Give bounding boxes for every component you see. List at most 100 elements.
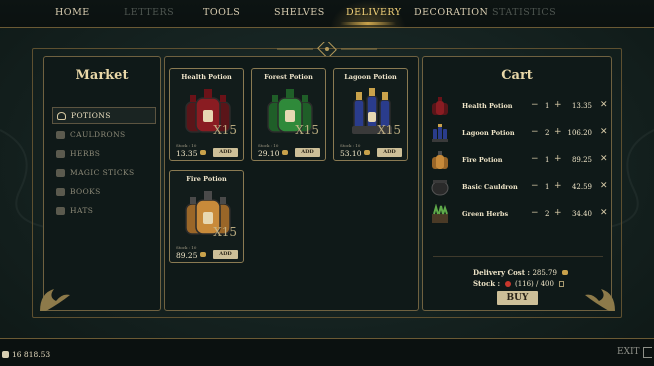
money-amount: 16 818.53 <box>12 349 51 359</box>
wallet-icon <box>2 350 9 358</box>
fire-potion-icon <box>432 151 448 169</box>
potion-icon <box>57 111 66 120</box>
exit-door-icon[interactable] <box>643 347 652 358</box>
category-label: MAGIC STICKS <box>70 168 135 177</box>
category-label: HERBS <box>70 149 101 158</box>
product-stock: Stock : 10 <box>176 245 197 250</box>
add-button[interactable]: ADD <box>295 148 320 157</box>
lagoon-potion-icon <box>432 124 448 142</box>
product-name: Health Potion <box>181 73 232 81</box>
decrease-quantity-button[interactable]: − <box>531 100 539 110</box>
delivery-cost-label: Delivery Cost : <box>473 268 530 277</box>
cart-item-name: Health Potion <box>462 102 513 110</box>
increase-quantity-button[interactable]: + <box>554 154 562 164</box>
add-button[interactable]: ADD <box>213 250 238 259</box>
remove-item-button[interactable]: ✕ <box>600 127 608 137</box>
increase-quantity-button[interactable]: + <box>554 100 562 110</box>
tab-letters[interactable]: LETTERS <box>124 7 174 18</box>
product-quantity: X15 <box>377 123 401 137</box>
alert-icon <box>504 281 511 287</box>
add-button[interactable]: ADD <box>377 148 402 157</box>
product-quantity: X15 <box>213 123 237 137</box>
increase-quantity-button[interactable]: + <box>554 127 562 137</box>
category-label: POTIONS <box>71 111 111 120</box>
category-label: CAULDRONS <box>70 130 126 139</box>
cart-item-name: Green Herbs <box>462 210 509 218</box>
cauldron-icon <box>431 180 449 196</box>
hat-icon <box>56 206 65 215</box>
frame-ornament <box>277 42 377 56</box>
products-panel: Health Potion X15 Stock : 10 13.35 ADD F… <box>164 56 419 311</box>
cart-item-name: Lagoon Potion <box>462 129 515 137</box>
cart-title: Cart <box>501 68 533 83</box>
add-button[interactable]: ADD <box>213 148 238 157</box>
product-quantity: X15 <box>213 225 237 239</box>
coin-icon <box>364 150 370 155</box>
cart-item-price: 89.25 <box>571 156 592 164</box>
remove-item-button[interactable]: ✕ <box>600 154 608 164</box>
herbs-icon <box>56 149 65 158</box>
tab-shelves[interactable]: SHELVES <box>274 7 325 18</box>
tab-statistics[interactable]: STATISTICS <box>492 7 556 18</box>
stock-capacity: Stock : (116) / 400 <box>473 279 565 288</box>
cart-item-price: 106.20 <box>567 129 593 137</box>
market-title: Market <box>75 68 129 83</box>
cart-panel: Cart Health Potion − 1 + 13.35 ✕ Lagoon … <box>422 56 615 311</box>
tab-home[interactable]: HOME <box>55 7 90 18</box>
box-icon <box>559 281 565 287</box>
book-icon <box>56 187 65 196</box>
delivery-cost: Delivery Cost : 285.79 <box>473 268 569 277</box>
decrease-quantity-button[interactable]: − <box>531 154 539 164</box>
herbs-icon <box>432 204 448 223</box>
category-hats[interactable]: HATS <box>52 202 156 219</box>
category-books[interactable]: BOOKS <box>52 183 156 200</box>
cart-item-name: Basic Cauldron <box>462 183 518 191</box>
cart-item: Basic Cauldron − 1 + 42.59 ✕ <box>431 177 608 197</box>
category-magic-sticks[interactable]: MAGIC STICKS <box>52 164 156 181</box>
product-stock: Stock : 10 <box>258 143 279 148</box>
cart-item-price: 34.40 <box>571 210 592 218</box>
product-price: 53.10 <box>340 149 362 158</box>
coin-icon <box>200 252 206 257</box>
remove-item-button[interactable]: ✕ <box>600 100 608 110</box>
exit-button[interactable]: EXIT <box>617 347 640 357</box>
cart-item: Health Potion − 1 + 13.35 ✕ <box>431 96 608 116</box>
tab-delivery[interactable]: DELIVERY <box>346 7 402 18</box>
stock-label: Stock : <box>473 279 501 288</box>
category-cauldrons[interactable]: CAULDRONS <box>52 126 156 143</box>
delivery-cost-value: 285.79 <box>532 269 557 277</box>
product-name: Fire Potion <box>186 175 227 183</box>
tab-tools[interactable]: TOOLS <box>203 7 240 18</box>
category-potions[interactable]: POTIONS <box>52 107 156 124</box>
health-potion-icon <box>432 97 448 115</box>
category-herbs[interactable]: HERBS <box>52 145 156 162</box>
tab-decoration[interactable]: DECORATION <box>414 7 488 18</box>
category-label: HATS <box>70 206 94 215</box>
wallet: 16 818.53 <box>2 348 50 360</box>
coin-icon <box>282 150 288 155</box>
decrease-quantity-button[interactable]: − <box>531 181 539 191</box>
buy-button[interactable]: BUY <box>497 291 538 305</box>
cart-item-quantity: 1 <box>545 183 550 191</box>
product-stock: Stock : 10 <box>176 143 197 148</box>
product-quantity: X15 <box>295 123 319 137</box>
decrease-quantity-button[interactable]: − <box>531 127 539 137</box>
cart-item-price: 13.35 <box>571 102 592 110</box>
market-panel: Market POTIONS CAULDRONS HERBS MAGIC STI… <box>40 56 161 311</box>
stock-value: (116) / 400 <box>514 280 554 288</box>
cart-divider <box>433 256 603 257</box>
top-nav: HOME LETTERS TOOLS SHELVES DELIVERY DECO… <box>0 0 654 28</box>
increase-quantity-button[interactable]: + <box>554 208 562 218</box>
cart-item-name: Fire Potion <box>462 156 503 164</box>
product-price: 13.35 <box>176 149 198 158</box>
corner-ornament-icon <box>585 289 615 311</box>
cart-item-quantity: 2 <box>545 129 550 137</box>
product-price: 89.25 <box>176 251 198 260</box>
remove-item-button[interactable]: ✕ <box>600 208 608 218</box>
product-card-lagoon-potion: Lagoon Potion X15 Stock : 10 53.10 ADD <box>333 68 408 161</box>
cart-item: Lagoon Potion − 2 + 106.20 ✕ <box>431 123 608 143</box>
product-name: Lagoon Potion <box>344 73 397 81</box>
remove-item-button[interactable]: ✕ <box>600 181 608 191</box>
increase-quantity-button[interactable]: + <box>554 181 562 191</box>
decrease-quantity-button[interactable]: − <box>531 208 539 218</box>
